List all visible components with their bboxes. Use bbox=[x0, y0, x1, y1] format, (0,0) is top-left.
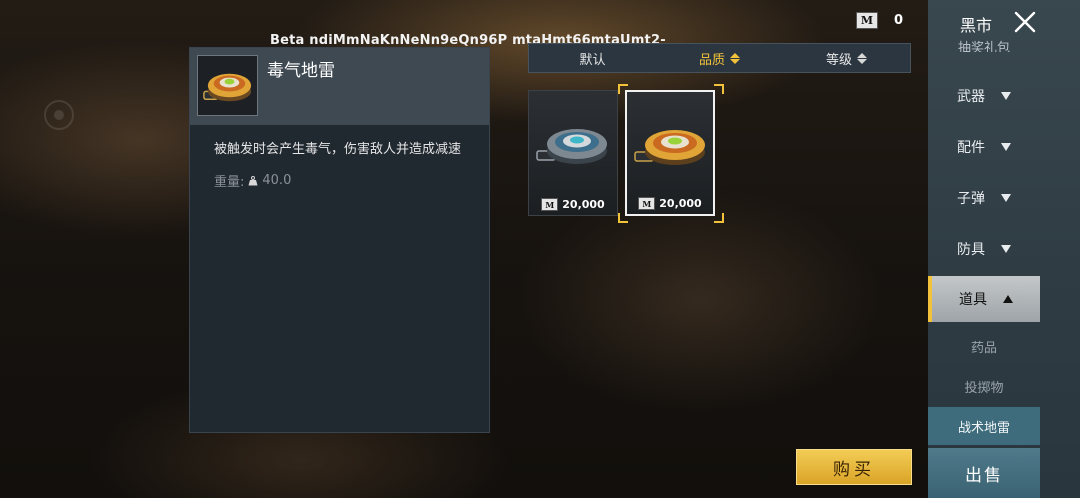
sell-button[interactable]: 出售 bbox=[928, 448, 1040, 498]
chevron-up-icon bbox=[1003, 295, 1013, 303]
selection-corner bbox=[714, 213, 724, 223]
item-description: 被触发时会产生毒气，伤害敌人并造成减速 bbox=[214, 142, 462, 157]
sort-quality-label: 品质 bbox=[698, 52, 725, 68]
weight-label: 重量: bbox=[214, 175, 245, 190]
sidebar-title: 黑市 bbox=[960, 16, 993, 35]
item-title: 毒气地雷 bbox=[267, 61, 335, 81]
sidebar-item-weapons[interactable]: 武器 bbox=[928, 73, 1040, 119]
item-price-value: 20,000 bbox=[562, 198, 605, 211]
sidebar-item-label: 子弹 bbox=[957, 191, 985, 207]
sort-bar: 默认 品质 等级 bbox=[528, 43, 911, 73]
sidebar-sub-tactical-mines[interactable]: 战术地雷 bbox=[928, 407, 1040, 445]
currency-value: 0 bbox=[894, 13, 904, 28]
selection-corner bbox=[618, 213, 628, 223]
currency-display: M 0 bbox=[856, 12, 903, 29]
chevron-down-icon bbox=[1001, 194, 1011, 202]
item-detail-header: 毒气地雷 bbox=[190, 48, 489, 125]
sidebar-item-attachments[interactable]: 配件 bbox=[928, 124, 1040, 170]
sidebar-item-ammo[interactable]: 子弹 bbox=[928, 175, 1040, 221]
sidebar-item-props[interactable]: 道具 bbox=[928, 276, 1040, 322]
item-weight: 重量: 40.0 bbox=[214, 171, 291, 190]
orange-mine-icon bbox=[634, 130, 705, 165]
weight-icon bbox=[248, 175, 258, 185]
sort-quality[interactable]: 品质 bbox=[656, 49, 783, 68]
sort-arrows-icon bbox=[730, 52, 740, 64]
sidebar-item-label: 配件 bbox=[957, 140, 985, 156]
sort-level-label: 等级 bbox=[825, 52, 852, 68]
sidebar-item-label: 防具 bbox=[957, 242, 985, 258]
sidebar-item-label: 道具 bbox=[959, 292, 987, 308]
buy-button[interactable]: 购买 bbox=[796, 449, 912, 485]
item-card[interactable]: M 20,000 bbox=[528, 90, 618, 216]
poison-mine-icon bbox=[203, 73, 252, 102]
blue-mine-icon bbox=[536, 129, 607, 164]
m-coin-icon: M bbox=[541, 198, 559, 211]
sort-default[interactable]: 默认 bbox=[529, 49, 656, 68]
sort-level[interactable]: 等级 bbox=[783, 49, 910, 68]
sort-arrows-icon bbox=[857, 52, 867, 64]
close-icon[interactable] bbox=[1014, 11, 1036, 33]
weight-value: 40.0 bbox=[262, 173, 292, 188]
sidebar-item-label: 武器 bbox=[957, 89, 985, 105]
chevron-down-icon bbox=[1001, 143, 1011, 151]
chevron-down-icon bbox=[1001, 245, 1011, 253]
selection-corner bbox=[714, 84, 724, 94]
item-price: M 20,000 bbox=[529, 198, 617, 211]
chevron-down-icon bbox=[1001, 92, 1011, 100]
sort-default-label: 默认 bbox=[579, 52, 606, 68]
item-price-value: 20,000 bbox=[659, 197, 702, 210]
sidebar-sub-medicine[interactable]: 药品 bbox=[928, 327, 1040, 365]
item-detail-panel: 毒气地雷 被触发时会产生毒气，伤害敌人并造成减速 重量: 40.0 bbox=[189, 47, 490, 433]
item-thumbnail bbox=[197, 55, 258, 116]
m-coin-icon: M bbox=[856, 12, 878, 29]
background-decoration bbox=[44, 100, 74, 130]
item-price: M 20,000 bbox=[627, 197, 713, 210]
sidebar-item-lottery[interactable]: 抽奖礼包 bbox=[958, 38, 1010, 52]
m-coin-icon: M bbox=[638, 197, 656, 210]
sidebar-sub-throwables[interactable]: 投掷物 bbox=[928, 367, 1040, 405]
sidebar-item-armor[interactable]: 防具 bbox=[928, 226, 1040, 272]
item-card-selected[interactable]: M 20,000 bbox=[625, 90, 715, 216]
selection-corner bbox=[618, 84, 628, 94]
